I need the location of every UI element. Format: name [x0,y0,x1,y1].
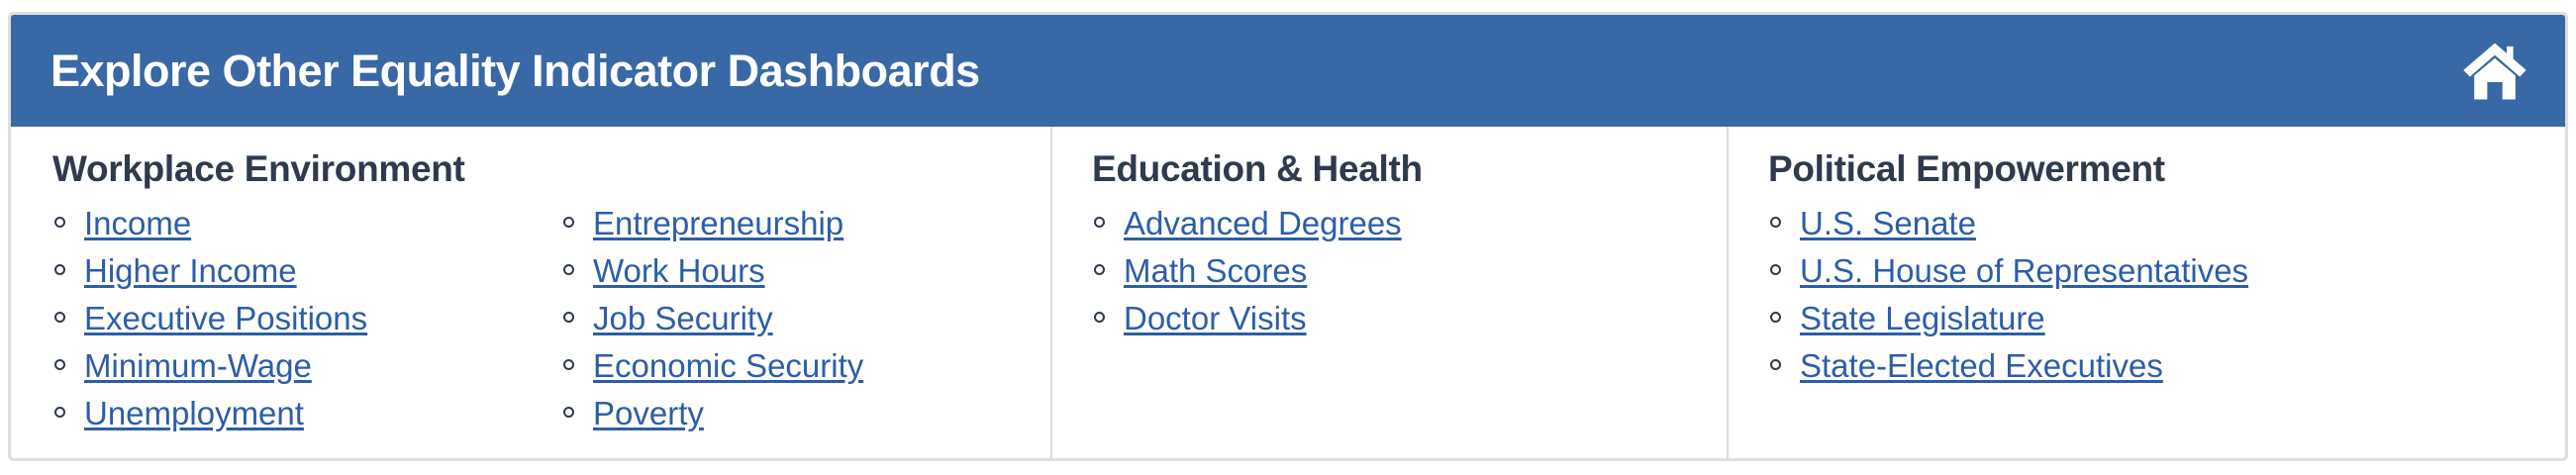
bullet-icon [563,407,574,418]
section-heading: Workplace Environment [52,148,465,189]
section-heading: Political Empowerment [1768,148,2165,189]
list-item: Doctor Visits [1092,295,1402,342]
panel-header: Explore Other Equality Indicator Dashboa… [11,15,2565,127]
link-executive-positions[interactable]: Executive Positions [84,300,367,336]
bullet-icon [1770,359,1781,370]
panel-title: Explore Other Equality Indicator Dashboa… [50,46,980,96]
link-work-hours[interactable]: Work Hours [593,252,765,289]
list-item: Math Scores [1092,247,1402,295]
bullet-icon [54,407,65,418]
bullet-icon [54,312,65,323]
list-item: Work Hours [561,247,863,295]
list-item: Unemployment [52,390,367,437]
bullet-icon [563,217,574,228]
list-item: Entrepreneurship [561,200,863,247]
section-heading: Education & Health [1092,148,1423,189]
link-state-elected-executives[interactable]: State-Elected Executives [1800,347,2163,384]
bullet-icon [1094,217,1105,228]
bullet-icon [1770,264,1781,275]
bullet-icon [54,359,65,370]
link-income[interactable]: Income [84,205,191,241]
bullet-icon [54,217,65,228]
bullet-icon [1770,217,1781,228]
link-job-security[interactable]: Job Security [593,300,773,336]
bullet-icon [563,359,574,370]
link-list: U.S. Senate U.S. House of Representative… [1768,200,2248,390]
link-state-legislature[interactable]: State Legislature [1800,300,2045,336]
link-list: Income Higher Income Executive Positions… [52,200,367,437]
link-economic-security[interactable]: Economic Security [593,347,863,384]
workplace-environment-section: Workplace Environment Income Higher Inco… [11,127,1050,458]
home-icon [2463,43,2526,100]
list-item: Minimum-Wage [52,342,367,390]
list-item: Executive Positions [52,295,367,342]
list-item: Job Security [561,295,863,342]
link-list: Advanced Degrees Math Scores Doctor Visi… [1092,200,1402,342]
link-minimum-wage[interactable]: Minimum-Wage [84,347,312,384]
list-item: State-Elected Executives [1768,342,2248,390]
link-advanced-degrees[interactable]: Advanced Degrees [1124,205,1402,241]
bullet-icon [1094,312,1105,323]
list-item: U.S. Senate [1768,200,2248,247]
link-unemployment[interactable]: Unemployment [84,395,304,431]
link-higher-income[interactable]: Higher Income [84,252,297,289]
link-list: Entrepreneurship Work Hours Job Security… [561,200,863,437]
list-item: Poverty [561,390,863,437]
political-empowerment-section: Political Empowerment U.S. Senate U.S. H… [1727,127,2565,458]
list-item: State Legislature [1768,295,2248,342]
link-poverty[interactable]: Poverty [593,395,704,431]
list-item: Advanced Degrees [1092,200,1402,247]
link-entrepreneurship[interactable]: Entrepreneurship [593,205,843,241]
link-us-senate[interactable]: U.S. Senate [1800,205,1976,241]
bullet-icon [1094,264,1105,275]
list-item: Income [52,200,367,247]
link-math-scores[interactable]: Math Scores [1124,252,1307,289]
panel-body: Workplace Environment Income Higher Inco… [11,127,2565,458]
bullet-icon [563,312,574,323]
dashboards-panel: Explore Other Equality Indicator Dashboa… [8,12,2568,461]
home-button[interactable] [2460,37,2529,106]
list-item: U.S. House of Representatives [1768,247,2248,295]
education-health-section: Education & Health Advanced Degrees Math… [1050,127,1729,458]
bullet-icon [563,264,574,275]
link-us-house[interactable]: U.S. House of Representatives [1800,252,2248,289]
link-doctor-visits[interactable]: Doctor Visits [1124,300,1307,336]
bullet-icon [1770,312,1781,323]
bullet-icon [54,264,65,275]
list-item: Economic Security [561,342,863,390]
list-item: Higher Income [52,247,367,295]
